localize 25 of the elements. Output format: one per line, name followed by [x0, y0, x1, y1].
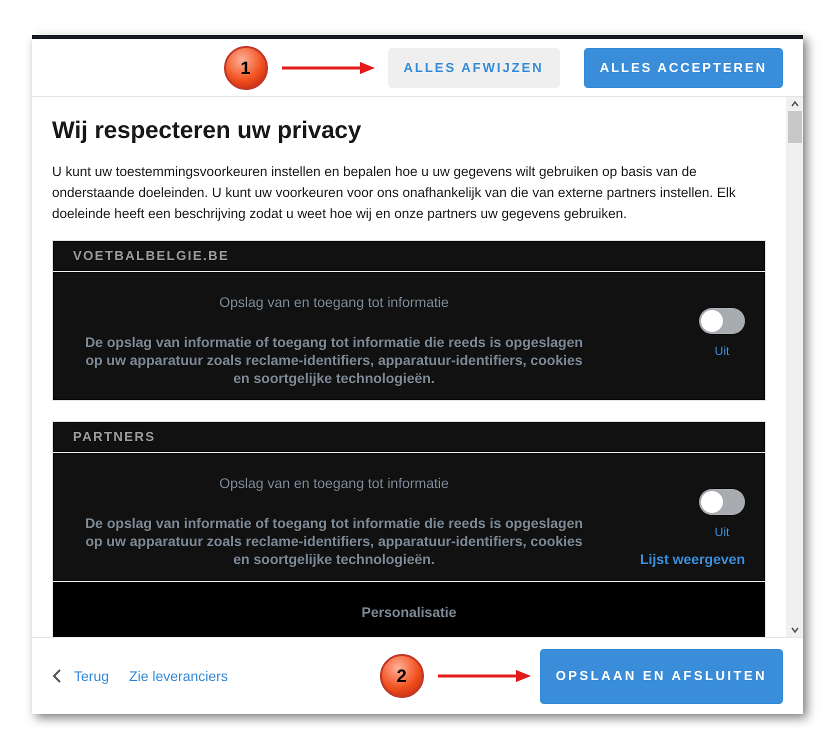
show-list-link[interactable]: Lijst weergeven [640, 549, 745, 570]
vendors-link[interactable]: Zie leveranciers [129, 666, 228, 686]
back-chevron-icon[interactable] [52, 668, 62, 684]
toggle-state-label: Uit [714, 343, 730, 360]
toggle-state-label: Uit [714, 524, 730, 541]
reject-all-button[interactable]: ALLES AFWIJZEN [388, 48, 560, 88]
purpose-title: Opslag van en toegang tot informatie [219, 474, 449, 493]
save-and-close-button[interactable]: OPSLAAN EN AFSLUITEN [540, 648, 783, 704]
callout-badge: 2 [380, 654, 424, 698]
section-heading: VOETBALBELGIE.BE [73, 247, 230, 266]
accept-all-button[interactable]: ALLES ACCEPTEREN [584, 48, 783, 88]
intro-text: U kunt uw toestemmingsvoorkeuren instellen en bepalen hoe u uw gegevens wilt gebruiken op basis van de onderstaande doeleinden. U kunt uw voorkeuren voor ons onafhankelijk van die van externe partners instellen. Elk doeleinde heeft een beschrijving zodat u weet hoe wij en onze partners uw gegevens gebruiken. [52, 163, 737, 223]
purpose-description: De opslag van informatie of toegang tot informatie die reeds is opgeslagen op uw apparatuur zoals reclame-identifiers, apparatuur-identifiers, cookies en soortgelijke technologieën. [84, 514, 584, 568]
back-link[interactable]: Terug [74, 666, 110, 686]
scrollbar-thumb[interactable] [788, 111, 802, 143]
toggle-switch[interactable] [699, 489, 745, 515]
section-heading: PARTNERS [73, 428, 156, 446]
purpose-title: Personalisatie [362, 603, 456, 622]
purpose-description: De opslag van informatie of toegang tot informatie die reeds is opgeslagen op uw apparatuur zoals reclame-identifiers, apparatuur-identifiers, cookies en soortgelijke technologieën. [84, 333, 584, 387]
arrow-icon [436, 669, 532, 683]
dialog-title: Wij respecteren uw privacy [52, 116, 362, 146]
toggle-switch[interactable] [699, 308, 745, 334]
arrow-icon [280, 60, 376, 74]
purpose-title: Opslag van en toegang tot informatie [219, 293, 449, 312]
callout-badge: 1 [224, 46, 268, 90]
